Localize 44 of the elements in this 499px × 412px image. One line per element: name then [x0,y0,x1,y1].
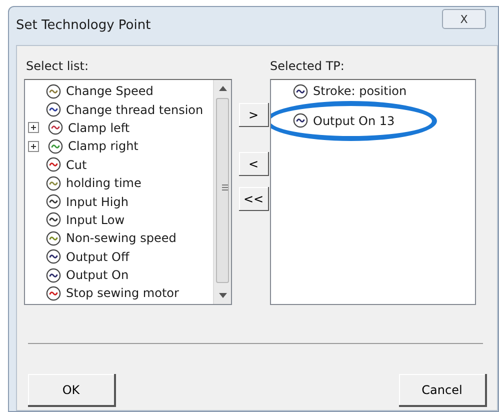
point-type-icon [46,157,61,172]
scrollbar[interactable] [213,80,231,304]
point-type-icon [46,230,61,246]
expand-icon[interactable] [28,140,39,152]
point-type-icon [48,138,63,154]
point-type-icon [46,176,61,191]
list-item[interactable]: Output On 13 [313,112,395,130]
expand-icon[interactable] [28,122,39,134]
scrollbar-thumb[interactable] [216,98,229,283]
point-type-icon [46,249,61,264]
list-item[interactable]: Input Low [66,210,125,229]
list-item[interactable]: holding time [66,174,142,192]
list-item[interactable]: Clamp left [68,118,130,137]
scroll-up-icon[interactable] [219,86,227,91]
list-item[interactable]: Non-sewing speed [66,229,176,248]
list-item[interactable]: Stroke: position [313,82,407,100]
scroll-down-icon[interactable] [219,293,227,298]
point-type-icon [293,84,308,99]
list-item[interactable]: Clamp right [68,137,138,156]
grip-icon [222,184,228,191]
move-button[interactable]: < [239,152,269,176]
dialog-button[interactable]: OK [28,374,116,407]
move-button[interactable]: > [239,103,269,127]
point-type-icon [46,286,61,301]
point-type-icon [293,113,308,128]
close-button[interactable]: X [442,9,486,29]
point-type-icon [46,212,61,228]
list-item[interactable]: Change thread tension [66,100,204,119]
move-button[interactable]: << [239,187,269,211]
select-list-label: Select list: [26,58,89,75]
point-type-icon [46,84,61,99]
selected-tp-label: Selected TP: [270,58,344,75]
point-type-icon [48,120,63,136]
list-item[interactable]: Change Speed [66,82,154,100]
point-type-icon [46,102,61,118]
list-item[interactable]: Output Off [66,248,130,266]
point-type-icon [46,268,61,283]
list-item[interactable]: Output On [66,266,129,284]
list-item[interactable]: Stop sewing motor [66,284,179,302]
window-title: Set Technology Point [16,17,151,36]
list-item[interactable]: Input High [66,192,128,211]
dialog-button[interactable]: Cancel [399,374,487,407]
list-item[interactable]: Cut [66,156,87,174]
point-type-icon [46,194,61,210]
